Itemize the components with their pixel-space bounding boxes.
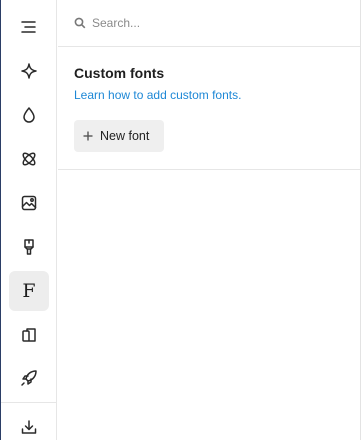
atom-icon [22,152,36,166]
sidebar-item-sparkle[interactable] [9,51,49,91]
custom-fonts-section: Custom fonts Learn how to add custom fon… [58,48,360,170]
drop-icon [23,107,35,123]
main-panel: Custom fonts Learn how to add custom fon… [58,0,360,440]
download-icon [21,420,37,434]
rocket-icon [21,370,37,386]
sidebar-item-images[interactable] [9,183,49,223]
layout-icon [22,328,36,342]
sidebar-item-layout[interactable] [9,315,49,355]
image-icon [21,195,37,211]
new-font-label: New font [100,129,150,143]
brush-icon [24,239,34,255]
sidebar-item-download[interactable] [9,407,49,447]
menu-button[interactable] [9,7,49,47]
new-font-button[interactable]: New font [74,120,164,152]
learn-custom-fonts-link[interactable]: Learn how to add custom fonts. [74,88,241,102]
sidebar-rail: F [1,0,57,440]
sidebar-item-colors[interactable] [9,95,49,135]
sidebar-item-brush[interactable] [9,227,49,267]
menu-icon [21,21,36,33]
search-input[interactable] [92,16,332,30]
sparkle-icon [21,63,37,79]
section-title: Custom fonts [74,65,165,81]
sidebar-item-components[interactable] [9,139,49,179]
search-bar [58,0,360,47]
sidebar-item-fonts[interactable]: F [9,271,49,311]
plus-icon [83,131,93,141]
sidebar-divider [1,402,56,403]
font-icon: F [22,279,36,302]
search-icon [74,17,86,29]
sidebar-item-publish[interactable] [9,358,49,398]
